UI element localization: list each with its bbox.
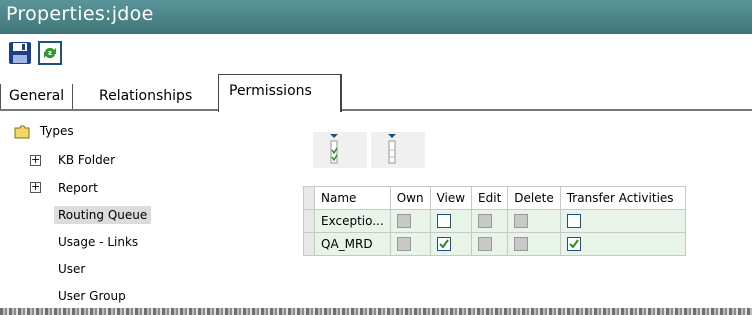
- edit-checkbox: [471, 232, 509, 256]
- delete-checkbox: [507, 232, 561, 256]
- expand-icon[interactable]: +: [30, 154, 41, 166]
- edit-checkbox: [471, 209, 509, 233]
- torn-edge: [0, 308, 752, 315]
- tab-divider: [342, 109, 752, 111]
- check-icon: [569, 239, 579, 249]
- save-icon: [9, 42, 31, 64]
- delete-checkbox: [507, 209, 561, 233]
- folder-icon: [14, 125, 30, 138]
- own-checkbox: [389, 232, 431, 256]
- tree-item-kb-folder[interactable]: KB Folder: [58, 153, 115, 167]
- transfer-activities-checkbox[interactable]: [559, 232, 686, 256]
- refresh-icon: [38, 41, 62, 65]
- revoke-all-icon: [388, 134, 396, 164]
- grid-header-row: Name Own View Edit Delete Transfer Activ…: [303, 186, 686, 210]
- tree-item-routing-queue[interactable]: Routing Queue: [54, 206, 152, 224]
- row-name: QA_MRD: [314, 232, 391, 256]
- tab-divider: [0, 109, 218, 111]
- tab-permissions[interactable]: Permissions: [218, 74, 342, 112]
- toolbar: [0, 36, 752, 74]
- column-header-own[interactable]: Own: [389, 186, 431, 210]
- table-row[interactable]: Exceptio...: [303, 209, 686, 233]
- column-header-delete[interactable]: Delete: [507, 186, 561, 210]
- refresh-button[interactable]: [38, 41, 64, 67]
- row-header-corner: [303, 186, 315, 210]
- tree-item-user-group[interactable]: User Group: [58, 289, 126, 303]
- tab-relationships[interactable]: Relationships: [95, 84, 196, 110]
- table-row[interactable]: QA_MRD: [303, 232, 686, 256]
- title-bar: Properties:jdoe: [0, 0, 752, 34]
- window-title: Properties:jdoe: [6, 3, 154, 25]
- row-name: Exceptio...: [314, 209, 391, 233]
- column-header-edit[interactable]: Edit: [471, 186, 509, 210]
- row-selector[interactable]: [303, 209, 315, 233]
- tab-general[interactable]: General: [0, 84, 74, 110]
- view-checkbox[interactable]: [429, 209, 473, 233]
- tree-root-label: Types: [39, 124, 74, 138]
- revoke-all-button[interactable]: [371, 132, 425, 168]
- grant-all-button[interactable]: [313, 132, 367, 168]
- tab-strip: General Relationships Permissions: [0, 74, 752, 112]
- grant-all-icon: [330, 134, 338, 164]
- column-header-view[interactable]: View: [429, 186, 473, 210]
- check-icon: [438, 239, 449, 249]
- row-selector[interactable]: [303, 232, 315, 256]
- tree-item-report[interactable]: Report: [58, 181, 98, 195]
- tree-root-types[interactable]: Types: [14, 124, 74, 139]
- own-checkbox: [389, 209, 431, 233]
- tree-item-user[interactable]: User: [58, 262, 85, 276]
- view-checkbox[interactable]: [429, 232, 473, 256]
- expand-icon[interactable]: +: [30, 181, 41, 193]
- save-button[interactable]: [8, 41, 34, 67]
- tree-item-usage-links[interactable]: Usage - Links: [58, 235, 138, 249]
- permissions-grid: Name Own View Edit Delete Transfer Activ…: [303, 186, 686, 256]
- column-header-transfer-activities[interactable]: Transfer Activities: [559, 186, 686, 210]
- column-header-name[interactable]: Name: [314, 186, 391, 210]
- transfer-activities-checkbox[interactable]: [559, 209, 686, 233]
